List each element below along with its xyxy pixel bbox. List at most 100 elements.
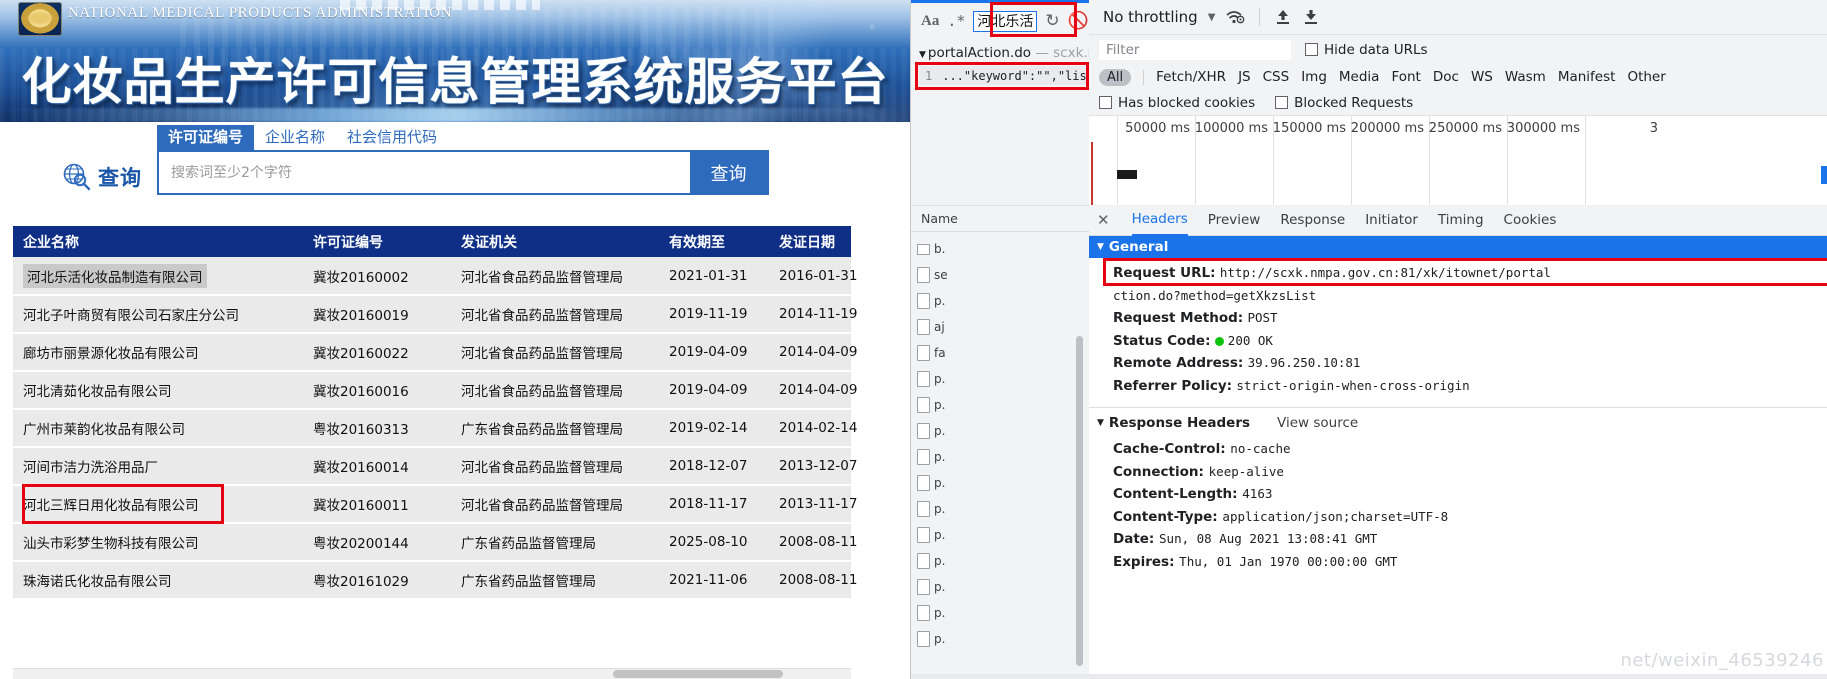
request-list-item[interactable]: p. bbox=[917, 600, 963, 626]
request-list-item[interactable]: p. bbox=[917, 392, 963, 418]
search-zone: 查询 许可证编号 企业名称 社会信用代码 查询 bbox=[0, 122, 910, 217]
scrollbar-thumb[interactable] bbox=[613, 670, 783, 678]
request-list-item[interactable]: p. bbox=[917, 626, 963, 652]
general-section-header[interactable]: ▼ General bbox=[1089, 236, 1827, 258]
network-options-row: Has blocked cookies Blocked Requests bbox=[1089, 90, 1827, 115]
request-list-item[interactable]: p. bbox=[917, 548, 963, 574]
cell-company-name: 汕头市彩梦生物科技有限公司 bbox=[13, 523, 303, 562]
regex-icon[interactable]: .* bbox=[947, 12, 965, 30]
cell-valid-until: 2019-04-09 bbox=[659, 371, 769, 410]
filter-type-wasm[interactable]: Wasm bbox=[1505, 69, 1546, 85]
filter-type-css[interactable]: CSS bbox=[1263, 69, 1290, 85]
table-row[interactable]: 河北清茹化妆品有限公司 冀妆20160016 河北省食品药品监督管理局 2019-04… bbox=[13, 371, 857, 410]
filter-type-ws[interactable]: WS bbox=[1471, 69, 1493, 85]
request-list-item[interactable]: p. bbox=[917, 418, 963, 444]
tab-timing[interactable]: Timing bbox=[1438, 205, 1484, 236]
blocked-requests-checkbox[interactable]: Blocked Requests bbox=[1275, 95, 1413, 111]
table-row[interactable]: 河北子叶商贸有限公司石家庄分公司 冀妆20160019 河北省食品药品监督管理局 20… bbox=[13, 295, 857, 334]
request-list-item[interactable]: p. bbox=[917, 288, 963, 314]
cell-issue-date: 2008-08-11 bbox=[769, 523, 857, 562]
request-list-item[interactable]: p. bbox=[917, 470, 963, 496]
page-horizontal-scrollbar[interactable] bbox=[13, 668, 851, 679]
request-list-item[interactable]: p. bbox=[917, 496, 963, 522]
table-row[interactable]: 河北乐活化妆品制造有限公司 冀妆20160002 河北省食品药品监督管理局 2021-… bbox=[13, 257, 857, 296]
filter-type-img[interactable]: Img bbox=[1301, 69, 1327, 85]
view-source-link[interactable]: View source bbox=[1277, 415, 1358, 431]
refresh-icon[interactable]: ↻ bbox=[1045, 12, 1059, 30]
sources-match-line[interactable]: 1 ..."keyword":"","list":[{"l... bbox=[919, 66, 1089, 85]
chevron-down-icon[interactable]: ▼ bbox=[1097, 242, 1104, 252]
filter-input[interactable]: Filter bbox=[1099, 39, 1291, 60]
sources-file-row[interactable]: ▼portalAction.do — scxk.n... bbox=[919, 45, 1089, 61]
request-list-scrollbar[interactable] bbox=[1076, 336, 1083, 666]
table-row[interactable]: 汕头市彩梦生物科技有限公司 粤妆20200144 广东省药品监督管理局 2025-08… bbox=[13, 523, 857, 562]
search-input-wrapper[interactable] bbox=[157, 150, 690, 195]
table-row[interactable]: 河间市洁力洗浴用品厂 冀妆20160014 河北省食品药品监督管理局 2018-12-… bbox=[13, 447, 857, 486]
table-row[interactable]: 廊坊市丽景源化妆品有限公司 冀妆20160022 河北省食品药品监督管理局 2019-… bbox=[13, 333, 857, 372]
response-headers-section-header[interactable]: ▼ Response Headers View source bbox=[1089, 412, 1827, 434]
response-header-key: Cache-Control: bbox=[1113, 441, 1231, 457]
cell-license-number: 粤妆20160313 bbox=[303, 409, 451, 448]
tab-response[interactable]: Response bbox=[1280, 205, 1345, 236]
checkbox-box[interactable] bbox=[1275, 96, 1289, 109]
tab-headers[interactable]: Headers bbox=[1131, 205, 1188, 236]
table-row[interactable]: 广州市莱韵化妆品有限公司 粤妆20160313 广东省食品药品监督管理局 2019-0… bbox=[13, 409, 857, 448]
search-submit-button[interactable]: 查询 bbox=[690, 150, 769, 195]
column-header-name: Name bbox=[921, 211, 958, 226]
cell-valid-until: 2019-04-09 bbox=[659, 333, 769, 372]
filter-type-media[interactable]: Media bbox=[1339, 69, 1380, 85]
checkbox-box[interactable] bbox=[1305, 43, 1318, 56]
filter-type-all[interactable]: All bbox=[1099, 68, 1132, 86]
cell-issuing-authority: 广东省药品监督管理局 bbox=[451, 523, 659, 562]
chevron-down-icon[interactable]: ▼ bbox=[919, 50, 926, 60]
request-list-item[interactable]: se bbox=[917, 262, 963, 288]
throttling-select[interactable]: No throttling bbox=[1103, 8, 1198, 26]
cell-issuing-authority: 河北省食品药品监督管理局 bbox=[451, 257, 659, 296]
request-list-item[interactable]: b. bbox=[917, 236, 963, 262]
chevron-down-icon[interactable]: ▼ bbox=[1208, 12, 1216, 23]
import-har-icon[interactable] bbox=[1274, 8, 1292, 26]
filter-type-font[interactable]: Font bbox=[1391, 69, 1420, 85]
tab-preview[interactable]: Preview bbox=[1208, 205, 1261, 236]
request-name: p. bbox=[934, 450, 946, 464]
export-har-icon[interactable] bbox=[1302, 8, 1320, 26]
network-timeline-overview[interactable]: 50000 ms 100000 ms 150000 ms 200000 ms 25000… bbox=[1089, 115, 1827, 206]
wifi-settings-icon[interactable] bbox=[1225, 8, 1245, 26]
timeline-request-bar bbox=[1117, 170, 1137, 179]
request-list-column-header[interactable]: Name bbox=[911, 206, 1089, 232]
request-url-value-line1: http://scxk.nmpa.gov.cn:81/xk/itownet/po… bbox=[1219, 265, 1551, 280]
tab-cookies[interactable]: Cookies bbox=[1504, 205, 1557, 236]
request-list-item[interactable]: p. bbox=[917, 522, 963, 548]
tab-social-credit-code[interactable]: 社会信用代码 bbox=[336, 125, 448, 150]
filter-type-manifest[interactable]: Manifest bbox=[1558, 69, 1616, 85]
filter-type-doc[interactable]: Doc bbox=[1433, 69, 1459, 85]
filter-type-fetch-xhr[interactable]: Fetch/XHR bbox=[1156, 69, 1226, 85]
request-list-item[interactable]: aj bbox=[917, 314, 963, 340]
filter-type-js[interactable]: JS bbox=[1238, 69, 1251, 85]
table-row[interactable]: 珠海诺氏化妆品有限公司 粤妆20161029 广东省药品监督管理局 2021-11-0… bbox=[13, 561, 857, 600]
has-blocked-cookies-checkbox[interactable]: Has blocked cookies bbox=[1099, 95, 1255, 111]
timeline-tick: 3 bbox=[1585, 116, 1663, 206]
request-name: aj bbox=[934, 320, 945, 334]
checkbox-box[interactable] bbox=[1099, 96, 1112, 109]
tab-company-name[interactable]: 企业名称 bbox=[254, 125, 336, 150]
request-list-item[interactable]: p. bbox=[917, 366, 963, 392]
tab-license-number[interactable]: 许可证编号 bbox=[157, 125, 255, 150]
no-entry-icon[interactable]: 🚫 bbox=[1068, 12, 1089, 30]
has-blocked-cookies-label: Has blocked cookies bbox=[1118, 94, 1256, 111]
table-row[interactable]: 河北三辉日用化妆品有限公司 冀妆20160011 河北省食品药品监督管理局 2018-… bbox=[13, 485, 857, 524]
match-case-icon[interactable]: Aa bbox=[921, 13, 939, 30]
cell-valid-until: 2019-11-19 bbox=[659, 295, 769, 334]
sources-find-input[interactable]: 河北乐活 bbox=[973, 10, 1038, 32]
chevron-down-icon[interactable]: ▼ bbox=[1097, 418, 1104, 428]
close-icon[interactable]: ✕ bbox=[1097, 211, 1110, 229]
tab-initiator[interactable]: Initiator bbox=[1365, 205, 1418, 236]
filter-type-other[interactable]: Other bbox=[1627, 69, 1665, 85]
search-input[interactable] bbox=[171, 152, 678, 193]
request-list-item[interactable]: fa bbox=[917, 340, 963, 366]
request-list-item[interactable]: p. bbox=[917, 444, 963, 470]
request-list-item[interactable]: p. bbox=[917, 574, 963, 600]
hide-data-urls-checkbox[interactable]: Hide data URLs bbox=[1305, 42, 1428, 58]
request-url-value-line2: ction.do?method=getXkzsList bbox=[1113, 287, 1317, 303]
line-preview: ..."keyword":"","list":[{"l... bbox=[942, 68, 1089, 83]
